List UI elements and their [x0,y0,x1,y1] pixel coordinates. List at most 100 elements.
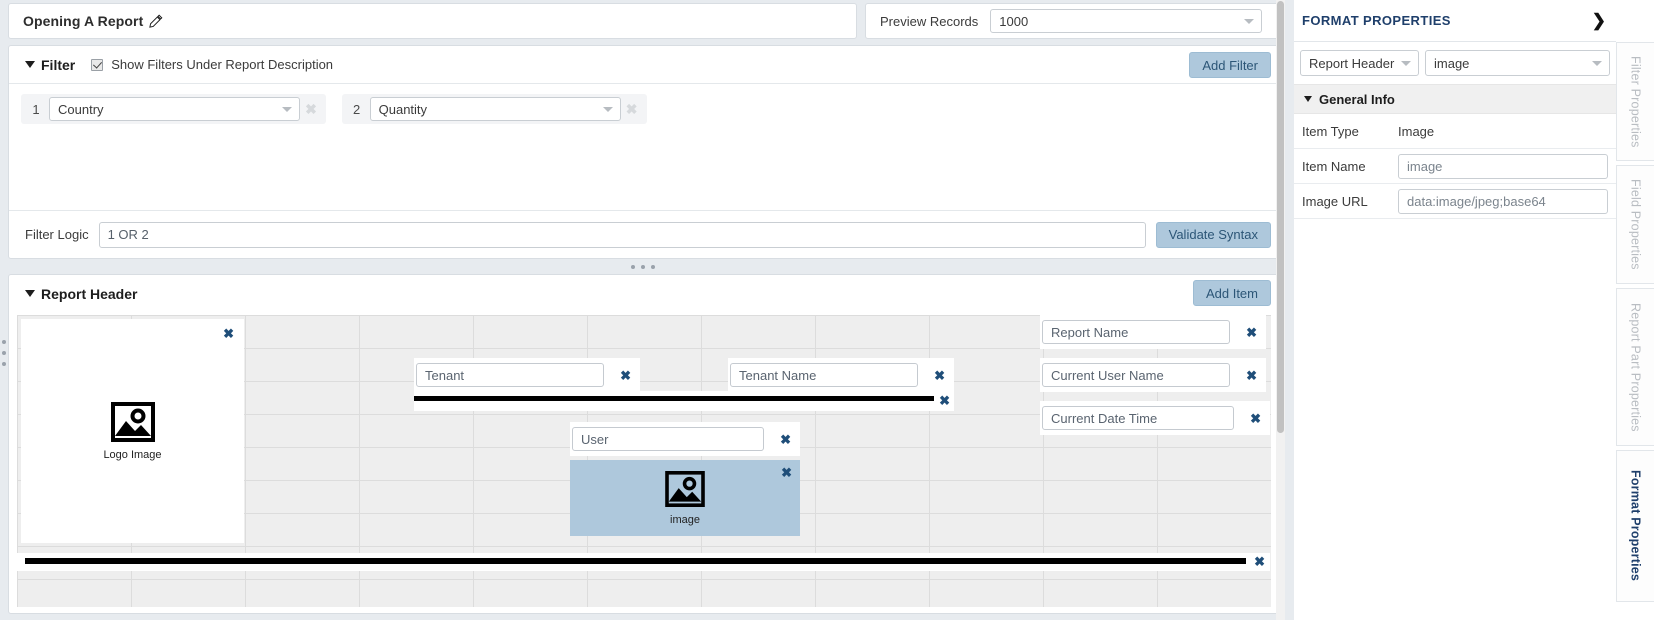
tab-field-properties[interactable]: Field Properties [1616,165,1654,284]
format-properties-panel: FORMAT PROPERTIES ❯ Report Header image … [1294,0,1654,620]
widget-selected-image[interactable]: ✖ image [570,460,800,536]
report-title-card: Opening A Report [8,3,857,39]
image-url-label: Image URL [1302,193,1368,209]
filter-field-value-1: Country [58,101,104,117]
filter-logic-row: Filter Logic 1 OR 2 Validate Syntax [9,210,1279,258]
tenant-name-value: Tenant Name [739,367,817,383]
filter-field-select-1[interactable]: Country [49,97,300,121]
item-select[interactable]: image [1425,50,1610,76]
show-filters-checkbox[interactable] [91,58,104,71]
item-select-value: image [1434,55,1470,71]
triangle-down-icon [1304,96,1312,102]
tenant-name-input[interactable]: Tenant Name [730,363,918,387]
filter-field-value-2: Quantity [378,101,428,117]
filter-header: Filter Show Filters Under Report Descrip… [9,46,1279,84]
chevron-right-icon[interactable]: ❯ [1592,12,1606,29]
tab-format-properties-label: Format Properties [1628,470,1643,582]
current-date-time-input[interactable]: Current Date Time [1042,406,1234,430]
report-part-select[interactable]: Report Header [1300,50,1419,76]
property-row-item-type: Item Type Image [1294,114,1616,149]
chevron-down-icon [1244,19,1255,24]
user-value: User [581,431,609,447]
dot [2,362,6,366]
add-filter-button[interactable]: Add Filter [1189,52,1271,78]
dot [650,265,655,269]
widget-logo-image[interactable]: ✖ Logo Image [21,319,244,543]
item-name-input[interactable]: image [1398,153,1608,179]
chevron-down-icon [602,107,613,112]
remove-tenant-button[interactable]: ✖ [620,369,631,382]
image-url-input[interactable]: data:image/jpeg;base64 [1398,188,1608,214]
properties-tab-strip: Filter Properties Field Properties Repor… [1616,42,1654,602]
report-part-value: Report Header [1309,55,1395,71]
widget-tenant-name-field[interactable]: Tenant Name ✖ [728,358,954,392]
current-user-name-value: Current User Name [1051,367,1164,383]
remove-horizontal-line-top-button[interactable]: ✖ [939,394,950,407]
report-designer-app: Opening A Report Preview Records 1000 Fi… [0,0,1654,620]
pencil-icon[interactable] [149,14,163,28]
remove-selected-image-button[interactable]: ✖ [781,466,792,479]
canvas-left-resize-handle[interactable] [1,340,7,366]
properties-selectors: Report Header image [1294,42,1616,84]
image-icon [664,470,706,510]
tab-report-part-properties[interactable]: Report Part Properties [1616,288,1654,446]
tab-filter-properties[interactable]: Filter Properties [1616,42,1654,161]
dot [640,265,645,269]
image-icon [110,401,155,445]
report-header-panel: Report Header Add Item ✖ Logo Image Tena… [8,274,1280,614]
remove-horizontal-line-bottom-button[interactable]: ✖ [1254,555,1265,568]
remove-filter-1-button[interactable]: ✖ [300,101,322,118]
chevron-down-icon [1592,61,1602,66]
filter-logic-input[interactable]: 1 OR 2 [98,221,1146,248]
format-properties-content: FORMAT PROPERTIES ❯ Report Header image … [1294,0,1616,620]
report-header-canvas[interactable]: ✖ Logo Image Tenant ✖ Tenant Name ✖ Repo… [17,315,1271,607]
current-user-name-input[interactable]: Current User Name [1042,363,1230,387]
widget-tenant-field[interactable]: Tenant ✖ [414,358,640,392]
add-item-button[interactable]: Add Item [1192,280,1271,306]
tenant-input[interactable]: Tenant [416,363,604,387]
tab-report-part-properties-label: Report Part Properties [1628,302,1643,432]
user-input[interactable]: User [572,427,764,451]
filter-section-title: Filter [41,56,76,73]
remove-current-user-name-button[interactable]: ✖ [1246,369,1257,382]
item-type-value: Image [1398,123,1435,139]
show-filters-label: Show Filters Under Report Description [111,57,334,72]
filter-panel: Filter Show Filters Under Report Descrip… [8,45,1280,259]
remove-logo-image-button[interactable]: ✖ [223,327,234,340]
preview-records-select[interactable]: 1000 [990,9,1263,33]
panel-resize-handle[interactable] [0,262,1285,272]
dot [2,351,6,355]
format-properties-header: FORMAT PROPERTIES ❯ [1294,0,1616,42]
remove-user-button[interactable]: ✖ [780,433,791,446]
widget-current-date-time-field[interactable]: Current Date Time ✖ [1040,401,1270,435]
main-scrollbar[interactable] [1276,0,1285,620]
horizontal-line-bottom [25,558,1246,564]
filter-row-number: 2 [353,101,361,117]
report-name-input[interactable]: Report Name [1042,320,1230,344]
remove-current-date-time-button[interactable]: ✖ [1250,412,1261,425]
chevron-down-icon[interactable] [25,61,35,68]
report-name-value: Report Name [1051,324,1129,340]
widget-current-user-name-field[interactable]: Current User Name ✖ [1040,358,1266,392]
tab-format-properties[interactable]: Format Properties [1616,450,1654,602]
logo-image-caption: Logo Image [103,448,162,461]
widget-user-field[interactable]: User ✖ [570,422,800,456]
item-name-label: Item Name [1302,158,1366,174]
main-scrollbar-thumb[interactable] [1277,1,1284,433]
general-info-section-header[interactable]: General Info [1294,84,1616,114]
preview-records-value: 1000 [999,13,1029,29]
chevron-down-icon[interactable] [25,290,35,297]
filter-logic-label: Filter Logic [25,227,89,242]
filter-field-select-2[interactable]: Quantity [369,97,621,121]
remove-report-name-button[interactable]: ✖ [1246,326,1257,339]
selected-image-caption: image [670,513,700,526]
widget-report-name-field[interactable]: Report Name ✖ [1040,315,1266,349]
tenant-value: Tenant [425,367,465,383]
remove-filter-2-button[interactable]: ✖ [621,101,643,118]
tab-filter-properties-label: Filter Properties [1628,55,1643,148]
remove-tenant-name-button[interactable]: ✖ [934,369,945,382]
widget-horizontal-line-bottom[interactable]: ✖ [17,553,1270,571]
widget-horizontal-line-top[interactable]: ✖ [414,391,954,411]
validate-syntax-button[interactable]: Validate Syntax [1155,221,1271,248]
preview-records-card: Preview Records 1000 [865,3,1280,39]
